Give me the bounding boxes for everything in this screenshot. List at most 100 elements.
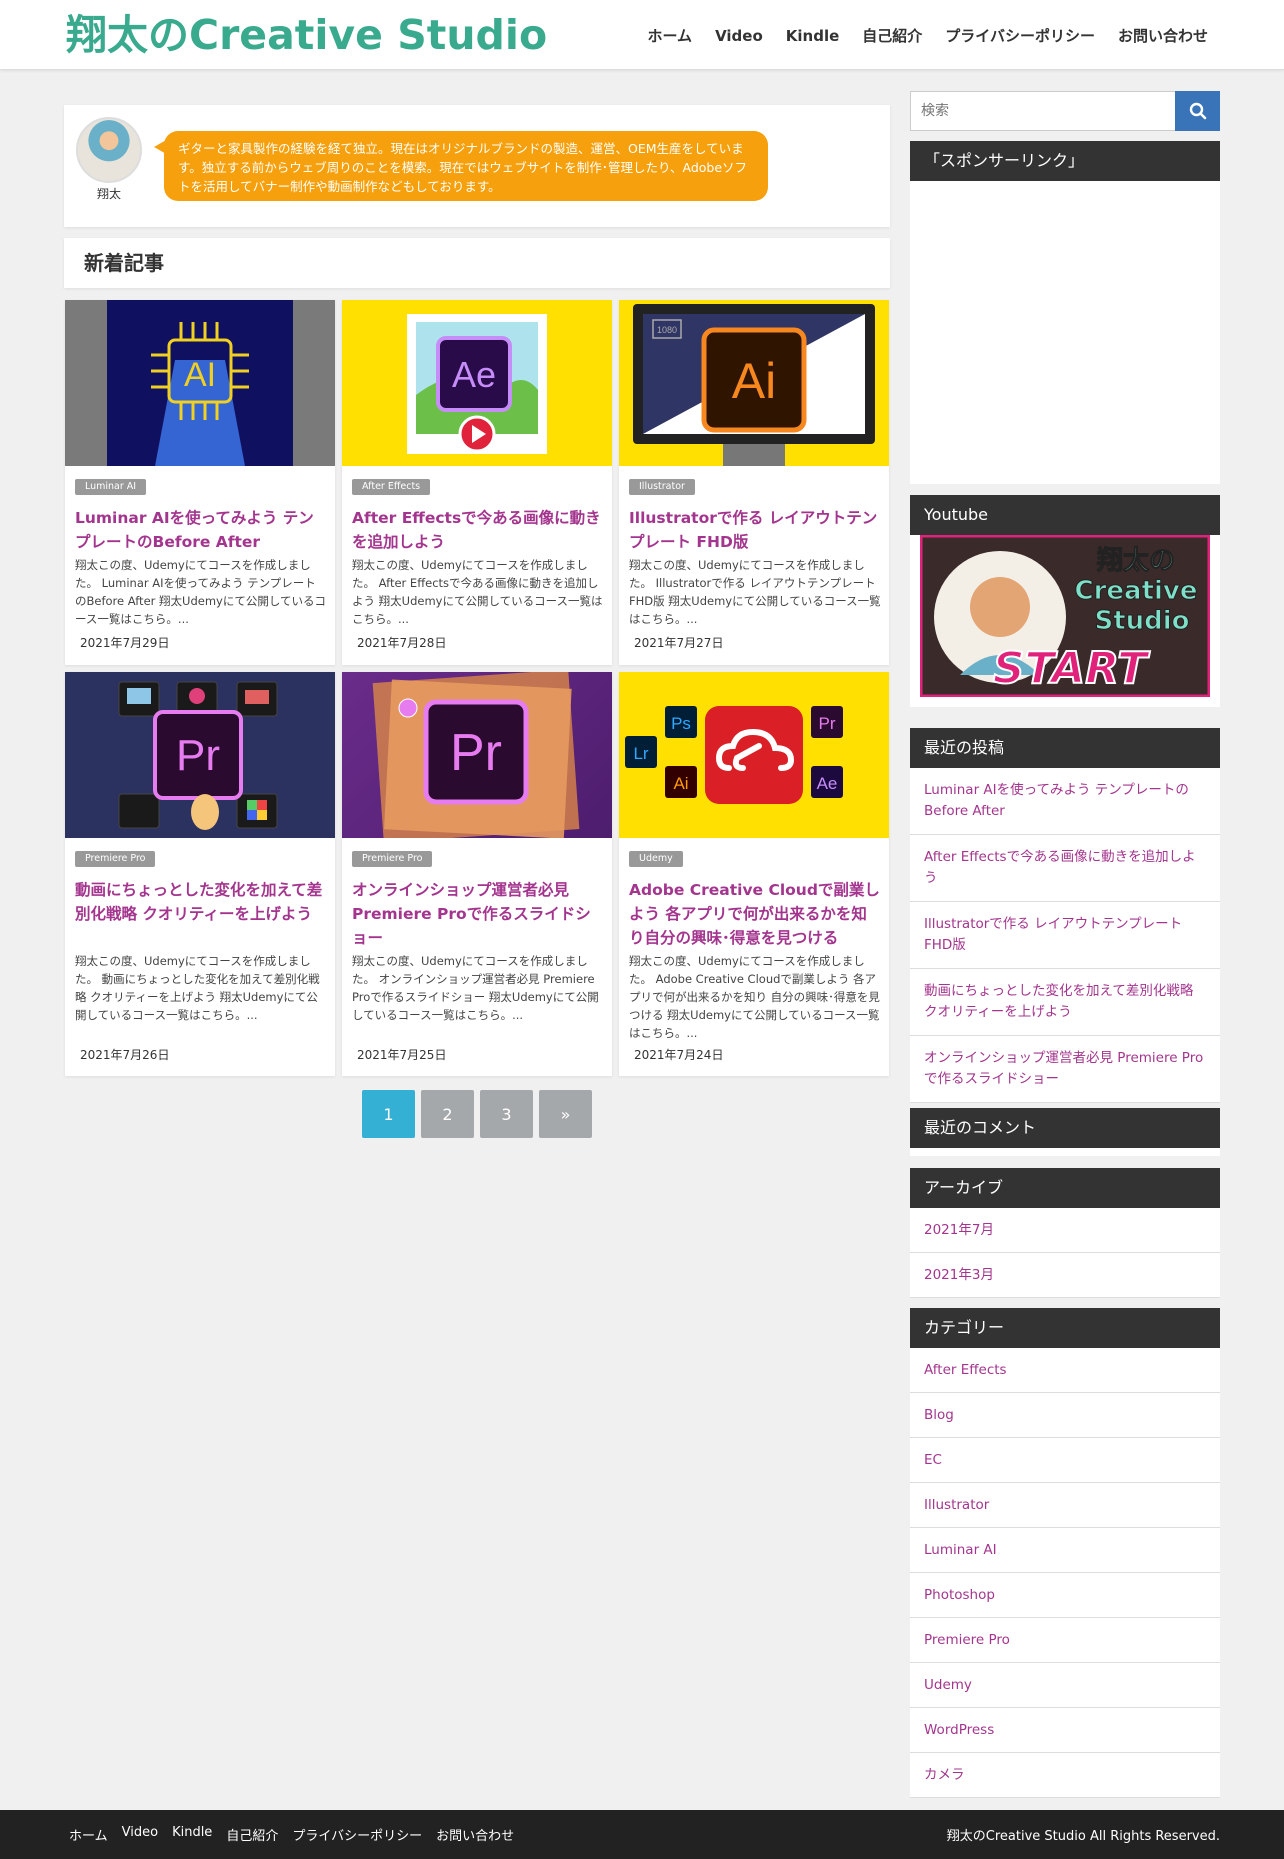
article-card[interactable]: AI Luminar AI Luminar AIを使ってみよう テンプレートのB… <box>65 300 335 665</box>
thumb-label: Pr <box>819 714 836 733</box>
after-effects-icon: Ae <box>407 314 547 454</box>
copyright: 翔太のCreative Studio All Rights Reserved. <box>946 1829 1220 1844</box>
thumb-text: Pr <box>450 724 502 782</box>
creative-cloud-icon: Ps Lr Ai Pr Ae <box>625 706 843 804</box>
sponsor-ad-area <box>910 181 1220 484</box>
search-input[interactable] <box>910 91 1176 131</box>
category-link[interactable]: Udemy <box>910 1663 1220 1708</box>
category-badge[interactable]: Luminar AI <box>75 479 147 495</box>
article-title[interactable]: オンラインショップ運営者必見 Premiere Proで作るスライドショー <box>352 878 604 950</box>
page-1-button[interactable]: 1 <box>362 1090 415 1138</box>
footer-nav-contact[interactable]: お問い合わせ <box>436 1825 514 1844</box>
nav-home[interactable]: ホーム <box>648 24 693 48</box>
category-link[interactable]: Luminar AI <box>910 1528 1220 1573</box>
thumb-label: Ai <box>673 774 688 793</box>
youtube-widget: 翔太の Creative Studio START <box>910 535 1220 707</box>
nav-video[interactable]: Video <box>715 24 763 48</box>
recent-post-link[interactable]: オンラインショップ運営者必見 Premiere Proで作るスライドショー <box>910 1036 1220 1103</box>
main-nav: ホーム Video Kindle 自己紹介 プライバシーポリシー お問い合わせ <box>625 24 1209 48</box>
recent-post-link[interactable]: 動画にちょっとした変化を加えて差別化戦略 クオリティーを上げよう <box>910 969 1220 1036</box>
category-badge[interactable]: Premiere Pro <box>75 851 156 867</box>
page-2-button[interactable]: 2 <box>421 1090 474 1138</box>
archive-link[interactable]: 2021年3月 <box>910 1253 1220 1298</box>
article-thumbnail[interactable]: Ae <box>342 300 612 466</box>
widget-title-recent-comments: 最近のコメント <box>910 1108 1220 1148</box>
nav-contact[interactable]: お問い合わせ <box>1118 24 1208 48</box>
category-link[interactable]: After Effects <box>910 1348 1220 1393</box>
category-badge[interactable]: After Effects <box>352 479 431 495</box>
section-title: 新着記事 <box>64 238 890 288</box>
nav-kindle[interactable]: Kindle <box>786 24 840 48</box>
article-thumbnail[interactable]: Ps Lr Ai Pr Ae <box>619 672 889 838</box>
article-title[interactable]: Adobe Creative Cloudで副業しよう 各アプリで何が出来るかを知… <box>629 878 881 950</box>
ai-chip-icon: AI <box>151 322 249 466</box>
recent-comments-list <box>910 1148 1220 1156</box>
nav-about[interactable]: 自己紹介 <box>862 24 922 48</box>
widget-title-categories: カテゴリー <box>910 1308 1220 1348</box>
category-link[interactable]: EC <box>910 1438 1220 1483</box>
category-badge[interactable]: Premiere Pro <box>352 851 433 867</box>
search-button[interactable] <box>1175 91 1220 131</box>
footer-nav-video[interactable]: Video <box>122 1825 158 1844</box>
widget-title-recent-posts: 最近の投稿 <box>910 728 1220 768</box>
article-card[interactable]: Pr Premiere Pro オンラインショップ運営者必見 Premiere … <box>342 672 612 1076</box>
banner-text: Creative <box>1074 576 1197 606</box>
article-date: 2021年7月26日 <box>80 1048 170 1062</box>
article-thumbnail[interactable]: 1080 Ai <box>619 300 889 466</box>
nav-privacy[interactable]: プライバシーポリシー <box>945 24 1095 48</box>
premiere-pro-icon: Pr <box>118 681 278 830</box>
site-logo[interactable]: 翔太のCreative Studio <box>66 10 547 60</box>
categories-list: After Effects Blog EC Illustrator Lumina… <box>910 1348 1220 1798</box>
search-icon <box>1189 102 1206 120</box>
article-excerpt: 翔太この度、Udemyにてコースを作成しました。 Adobe Creative … <box>629 954 880 1040</box>
avatar-name: 翔太 <box>96 187 121 201</box>
banner-text: START <box>993 643 1150 694</box>
category-badge[interactable]: Illustrator <box>629 479 695 495</box>
youtube-banner[interactable]: 翔太の Creative Studio START <box>920 535 1210 697</box>
category-link[interactable]: WordPress <box>910 1708 1220 1753</box>
thumb-label: Ae <box>817 774 838 793</box>
category-link[interactable]: Premiere Pro <box>910 1618 1220 1663</box>
category-link[interactable]: カメラ <box>910 1753 1220 1798</box>
footer-nav-privacy[interactable]: プライバシーポリシー <box>292 1825 422 1844</box>
widget-title-youtube: Youtube <box>910 495 1220 535</box>
page-3-button[interactable]: 3 <box>480 1090 533 1138</box>
article-card[interactable]: Pr Premiere Pro 動画にちょっとした変化を加えて差別化戦略 クオリ… <box>65 672 335 1076</box>
thumb-label: Lr <box>633 744 648 763</box>
article-title[interactable]: After Effectsで今ある画像に動きを追加しよう <box>352 506 604 554</box>
footer-nav-home[interactable]: ホーム <box>69 1825 108 1844</box>
article-excerpt: 翔太この度、Udemyにてコースを作成しました。 After Effectsで今… <box>352 558 603 626</box>
premiere-pro-icon: Pr <box>372 672 580 838</box>
article-card[interactable]: Ae After Effects After Effectsで今ある画像に動きを… <box>342 300 612 665</box>
recent-post-link[interactable]: Luminar AIを使ってみよう テンプレートのBefore After <box>910 768 1220 835</box>
banner-text: 翔太の <box>1097 546 1175 576</box>
recent-post-link[interactable]: After Effectsで今ある画像に動きを追加しよう <box>910 835 1220 902</box>
article-title[interactable]: 動画にちょっとした変化を加えて差別化戦略 クオリティーを上げよう <box>75 878 327 926</box>
profile-bio: ギターと家具製作の経験を経て独立。現在はオリジナルブランドの製造、運営、OEM生… <box>154 131 768 201</box>
thumb-text: Ai <box>732 353 776 409</box>
category-link[interactable]: Blog <box>910 1393 1220 1438</box>
article-date: 2021年7月24日 <box>634 1048 724 1062</box>
thumb-text: Pr <box>176 731 220 780</box>
category-link[interactable]: Photoshop <box>910 1573 1220 1618</box>
category-badge[interactable]: Udemy <box>629 851 683 867</box>
footer-nav-kindle[interactable]: Kindle <box>172 1825 212 1844</box>
article-thumbnail[interactable]: AI <box>65 300 335 466</box>
thumb-text: AI <box>184 356 216 394</box>
next-page-button[interactable]: » <box>539 1090 592 1138</box>
article-excerpt: 翔太この度、Udemyにてコースを作成しました。 Luminar AIを使ってみ… <box>75 558 326 626</box>
illustrator-icon: 1080 Ai <box>633 304 875 466</box>
article-title[interactable]: Illustratorで作る レイアウトテンプレート FHD版 <box>629 506 881 554</box>
article-date: 2021年7月28日 <box>357 636 447 650</box>
footer-nav-about[interactable]: 自己紹介 <box>226 1825 278 1844</box>
category-link[interactable]: Illustrator <box>910 1483 1220 1528</box>
article-thumbnail[interactable]: Pr <box>342 672 612 838</box>
article-thumbnail[interactable]: Pr <box>65 672 335 838</box>
site-header: 翔太のCreative Studio ホーム Video Kindle 自己紹介… <box>0 0 1284 70</box>
article-card[interactable]: Ps Lr Ai Pr Ae Udemy Adobe Creative Clou… <box>619 672 889 1076</box>
article-card[interactable]: 1080 Ai Illustrator Illustratorで作る レイアウト… <box>619 300 889 665</box>
article-title[interactable]: Luminar AIを使ってみよう テンプレートのBefore After <box>75 506 327 554</box>
recent-post-link[interactable]: Illustratorで作る レイアウトテンプレート FHD版 <box>910 902 1220 969</box>
archive-link[interactable]: 2021年7月 <box>910 1208 1220 1253</box>
search-box <box>910 91 1220 131</box>
